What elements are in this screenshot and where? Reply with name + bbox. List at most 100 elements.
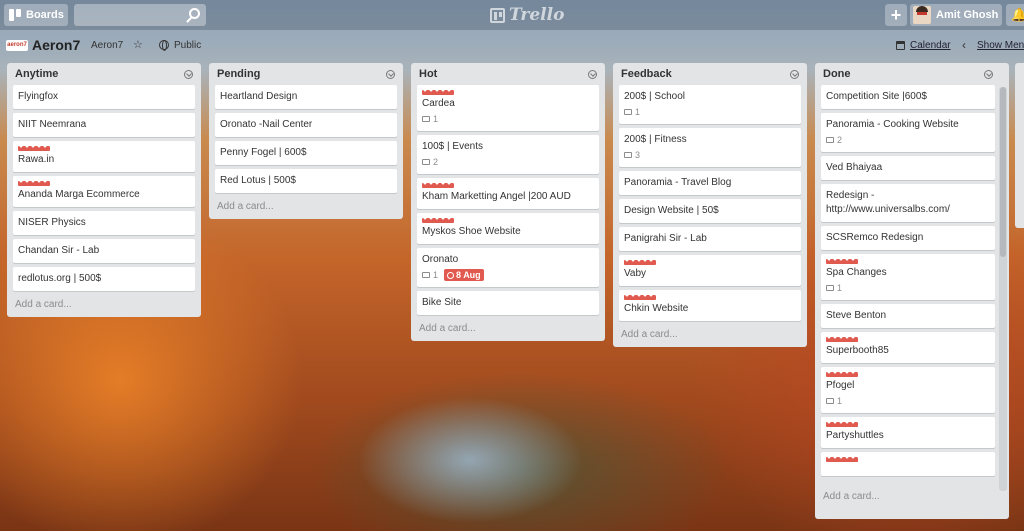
list-title[interactable]: Hot (419, 68, 437, 80)
search-icon[interactable] (189, 8, 200, 19)
card[interactable]: Panigrahi Sir - Lab (619, 227, 801, 251)
list-title[interactable]: Feedback (621, 68, 672, 80)
show-menu-link[interactable]: Show Menu (977, 40, 1024, 51)
search-input[interactable] (74, 4, 206, 26)
globe-icon[interactable] (159, 40, 169, 51)
card-title: Partyshuttles (826, 430, 884, 441)
card[interactable]: NIIT Neemrana (13, 113, 195, 137)
list-title[interactable]: Pending (217, 68, 260, 80)
list-menu-icon[interactable] (386, 69, 395, 79)
add-card-link[interactable]: Add a card... (215, 197, 397, 219)
card[interactable]: Rawa.in (13, 141, 195, 172)
list-anytime: Anytime Flyingfox NIIT Neemrana Rawa.in … (7, 63, 201, 317)
star-icon[interactable]: ☆ (133, 38, 143, 51)
comment-badge: 1 (624, 105, 640, 119)
card[interactable]: Panoramia - Travel Blog (619, 171, 801, 195)
card[interactable]: Oronato 1 8 Aug (417, 248, 599, 287)
card[interactable]: Red Lotus | 500$ (215, 169, 397, 193)
list-cards[interactable]: Competition Site |600$ Panoramia - Cooki… (821, 85, 995, 487)
card[interactable]: Redesign - http://www.universalbs.com/ (821, 184, 995, 222)
card[interactable]: SCSRemco Redesign (821, 226, 995, 250)
card-label (826, 372, 858, 377)
card[interactable]: Chkin Website (619, 290, 801, 321)
comment-badge: 1 (826, 281, 842, 295)
add-card-link[interactable]: Add a card... (417, 319, 599, 341)
calendar-link[interactable]: Calendar (910, 40, 951, 51)
card[interactable]: Heartland Design (215, 85, 397, 109)
card[interactable]: Chandan Sir - Lab (13, 239, 195, 263)
scrollbar-thumb[interactable] (1000, 87, 1006, 257)
user-menu-button[interactable]: Amit Ghosh (910, 4, 1002, 26)
card-title: NISER Physics (18, 217, 86, 228)
card[interactable]: Partyshuttles (821, 417, 995, 448)
card[interactable]: NISER Physics (13, 211, 195, 235)
due-date-badge: 8 Aug (444, 269, 484, 281)
trello-logo-text: Trello (509, 5, 565, 25)
card[interactable]: Flyingfox (13, 85, 195, 109)
card[interactable]: Myskos Shoe Website (417, 213, 599, 244)
card[interactable]: Superbooth85 (821, 332, 995, 363)
card-title: 200$ | Fitness (624, 134, 687, 145)
comment-badge: 1 (422, 112, 438, 126)
list-menu-icon[interactable] (984, 69, 993, 79)
card-title: Ved Bhaiyaa (826, 162, 883, 173)
card[interactable]: Ved Bhaiyaa (821, 156, 995, 180)
card[interactable]: 200$ | School 1 (619, 85, 801, 124)
card-title: Red Lotus | 500$ (220, 175, 296, 186)
list-scrollbar[interactable] (999, 87, 1007, 491)
card-title: 200$ | School (624, 91, 685, 102)
notifications-button[interactable]: 🔔 (1006, 4, 1024, 26)
card[interactable]: Competition Site |600$ (821, 85, 995, 109)
card-title: Oronato (422, 254, 459, 265)
card-title: Vaby (624, 268, 647, 279)
card[interactable]: Spa Changes 1 (821, 254, 995, 300)
card[interactable]: Pfogel 1 (821, 367, 995, 413)
list-pending: Pending Heartland Design Oronato -Nail C… (209, 63, 403, 219)
card[interactable]: Bike Site (417, 291, 599, 315)
list-partial[interactable] (1015, 63, 1024, 228)
comment-icon (826, 137, 834, 143)
calendar-icon[interactable] (896, 41, 905, 50)
add-card-link[interactable]: Add a card... (13, 295, 195, 317)
card[interactable]: Cardea 1 (417, 85, 599, 131)
card[interactable]: 100$ | Events 2 (417, 135, 599, 174)
list-menu-icon[interactable] (588, 69, 597, 79)
board-org-link[interactable]: Aeron7 (91, 40, 123, 51)
comment-count: 2 (837, 135, 843, 145)
list-title[interactable]: Done (823, 68, 851, 80)
card-label (422, 218, 454, 223)
boards-button[interactable]: Boards (4, 4, 68, 26)
chevron-left-icon[interactable]: ‹ (962, 38, 966, 52)
add-card-link[interactable]: Add a card... (821, 487, 995, 509)
trello-logo-icon (490, 7, 505, 23)
card[interactable]: Kham Marketting Angel |200 AUD (417, 178, 599, 209)
org-logo: aeron7 (6, 40, 28, 51)
card[interactable]: Oronato -Nail Center (215, 113, 397, 137)
card-title: Panoramia - Travel Blog (624, 177, 732, 188)
comment-count: 1 (837, 396, 843, 406)
list-header: Hot (417, 63, 599, 85)
card[interactable]: Penny Fogel | 600$ (215, 141, 397, 165)
card[interactable]: Steve Benton (821, 304, 995, 328)
card-badges: 2 (826, 133, 990, 147)
add-card-link[interactable]: Add a card... (619, 325, 801, 347)
card-title: Ananda Marga Ecommerce (18, 189, 140, 200)
add-button[interactable]: + (885, 4, 907, 26)
card[interactable] (821, 452, 995, 476)
card-title: Kham Marketting Angel |200 AUD (422, 191, 571, 202)
card[interactable]: redlotus.org | 500$ (13, 267, 195, 291)
trello-logo[interactable]: Trello (490, 5, 565, 25)
board-title[interactable]: Aeron7 (32, 37, 80, 53)
card[interactable]: Ananda Marga Ecommerce (13, 176, 195, 207)
card-title: NIIT Neemrana (18, 119, 87, 130)
card[interactable]: 200$ | Fitness 3 (619, 128, 801, 167)
list-menu-icon[interactable] (790, 69, 799, 79)
card[interactable]: Vaby (619, 255, 801, 286)
card[interactable]: Panoramia - Cooking Website 2 (821, 113, 995, 152)
list-title[interactable]: Anytime (15, 68, 58, 80)
card-title: 100$ | Events (422, 141, 483, 152)
card[interactable]: Design Website | 50$ (619, 199, 801, 223)
list-menu-icon[interactable] (184, 69, 193, 79)
board-visibility[interactable]: Public (174, 40, 201, 51)
card-title: Spa Changes (826, 267, 887, 278)
